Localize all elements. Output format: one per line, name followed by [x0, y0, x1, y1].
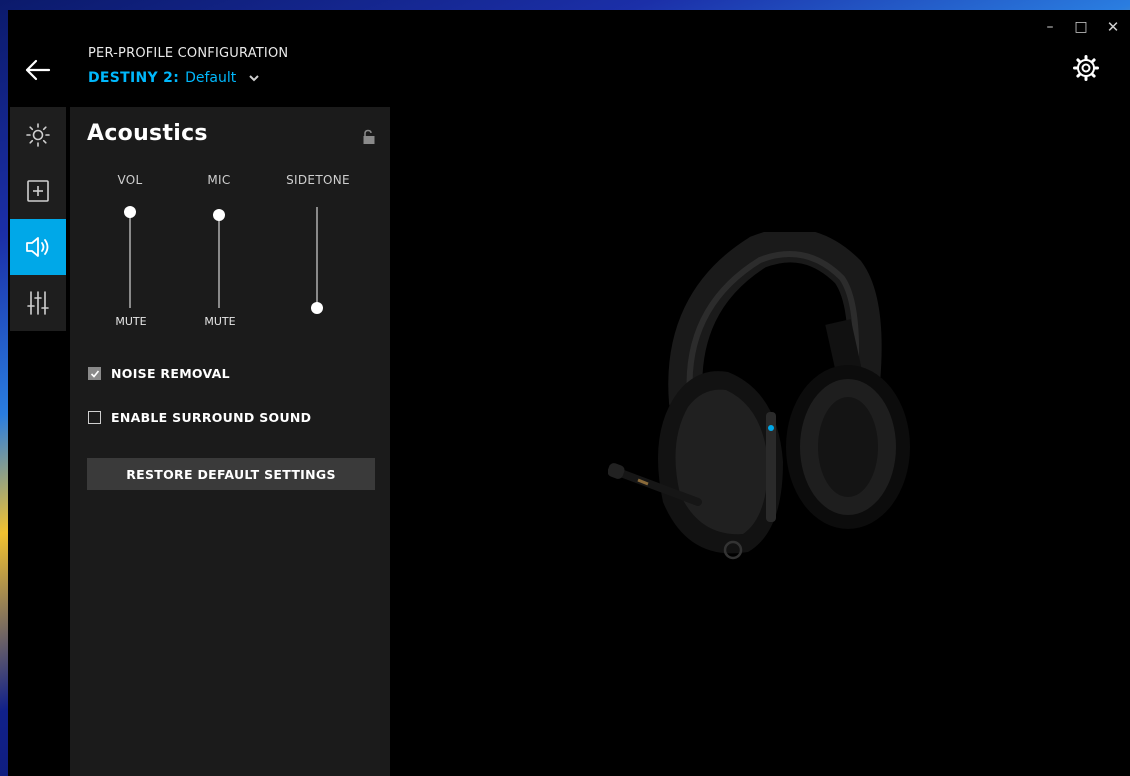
mic-mute-label: MUTE [204, 315, 236, 328]
speaker-icon [26, 237, 49, 257]
back-button[interactable] [24, 58, 52, 82]
chevron-down-icon [249, 75, 259, 82]
mic-label: MIC [207, 173, 231, 187]
vol-slider-knob[interactable] [124, 206, 136, 218]
rail-item-assignments[interactable] [10, 163, 66, 219]
unlock-icon[interactable] [362, 129, 376, 145]
checkmark-icon [90, 369, 99, 378]
surround-sound-option[interactable]: ENABLE SURROUND SOUND [88, 410, 311, 425]
vol-slider-track[interactable] [129, 212, 131, 308]
app-window: – □ ✕ PER-PROFILE CONFIGURATION DESTINY … [8, 10, 1130, 776]
equalizer-icon [27, 291, 49, 315]
sidetone-slider-track[interactable] [316, 207, 318, 307]
maximize-button[interactable]: □ [1070, 18, 1092, 36]
settings-button[interactable] [1072, 54, 1100, 82]
sidetone-slider-knob[interactable] [311, 302, 323, 314]
nav-rail [10, 107, 66, 331]
rail-item-equalizer[interactable] [10, 275, 66, 331]
gear-icon [1073, 55, 1099, 81]
restore-defaults-button[interactable]: RESTORE DEFAULT SETTINGS [87, 458, 375, 490]
minimize-button[interactable]: – [1039, 18, 1061, 36]
brightness-icon [26, 123, 50, 147]
profile-game: DESTINY 2: [88, 70, 180, 86]
vol-label: VOL [117, 173, 143, 187]
surround-sound-label: ENABLE SURROUND SOUND [111, 410, 312, 425]
noise-removal-checkbox[interactable] [88, 367, 101, 380]
arrow-left-icon [25, 59, 51, 81]
noise-removal-label: NOISE REMOVAL [111, 366, 230, 381]
page-subtitle: PER-PROFILE CONFIGURATION [88, 46, 289, 61]
profile-selector[interactable]: DESTINY 2: Default [88, 70, 260, 86]
panel-title: Acoustics [87, 121, 208, 146]
close-button[interactable]: ✕ [1102, 18, 1124, 36]
sidetone-label: SIDETONE [286, 173, 350, 187]
surround-sound-checkbox[interactable] [88, 411, 101, 424]
vol-mute-label: MUTE [115, 315, 147, 328]
headset-image [608, 232, 910, 560]
mic-slider-track[interactable] [218, 212, 220, 308]
add-square-icon [27, 180, 49, 202]
mic-slider-knob[interactable] [213, 208, 225, 221]
rail-item-lighting[interactable] [10, 107, 66, 163]
rail-item-acoustics[interactable] [10, 219, 66, 275]
profile-name: Default [185, 70, 237, 86]
noise-removal-option[interactable]: NOISE REMOVAL [88, 366, 230, 381]
acoustics-panel: Acoustics VOL MIC SIDETONE MUTE MUTE NOI… [70, 107, 390, 776]
